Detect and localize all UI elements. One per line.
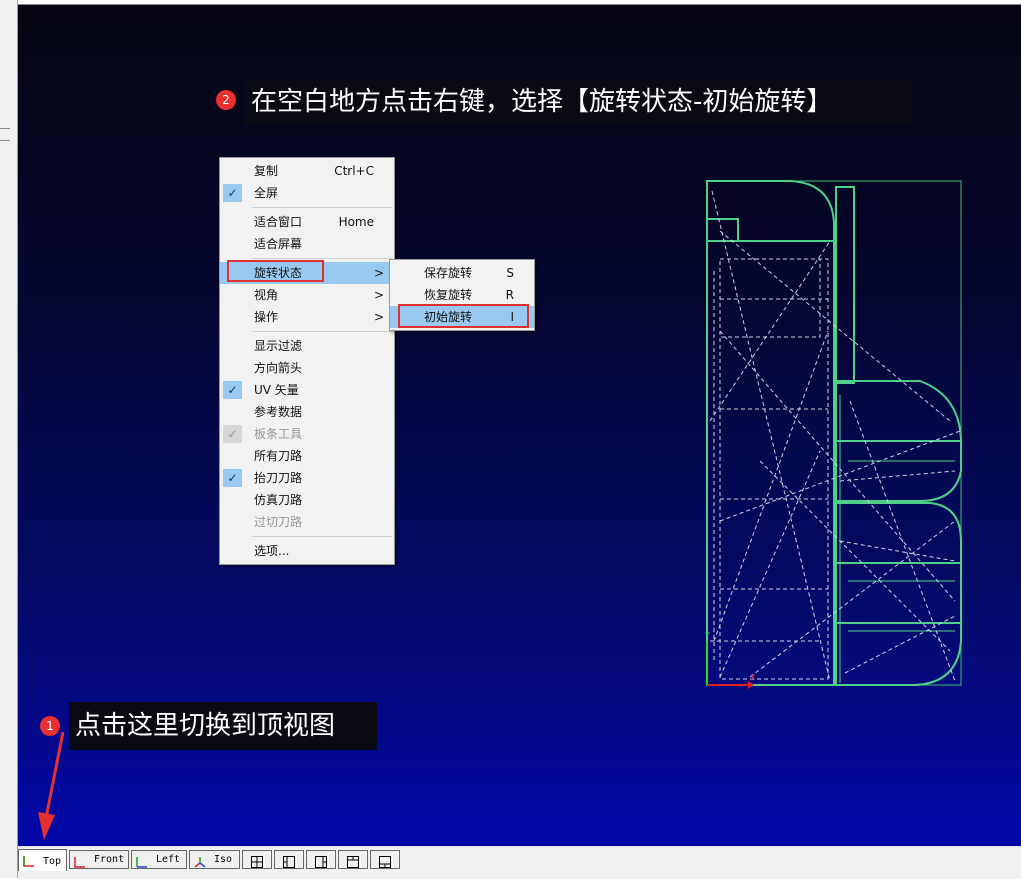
menu-separator [252,207,392,208]
menu-item-all-toolpaths[interactable]: 所有刀路 [220,445,394,467]
submenu-item-save-rotation[interactable]: 保存旋转 S [390,262,534,284]
layout-right-split-icon [315,856,327,868]
view-tab-bar: Top Front Left Iso [18,846,1021,879]
layout-bottom-split-button[interactable] [370,850,400,869]
layout-quad-icon [251,856,263,868]
tab-front[interactable]: Front [69,850,129,869]
tab-left[interactable]: Left [131,850,187,869]
layout-top-split-icon [347,856,359,868]
layout-left-split-button[interactable] [274,850,304,869]
checkmark-icon: ✓ [223,425,242,443]
menu-item-simulation-toolpaths[interactable]: 仿真刀路 [220,489,394,511]
layout-bottom-split-icon [379,856,391,868]
layout-quad-button[interactable] [242,850,272,869]
submenu-arrow-icon: > [373,266,384,280]
context-menu: 复制 Ctrl+C ✓ 全屏 适合窗口 Home 适合屏幕 旋转状态 > 视角 … [219,157,395,565]
checkmark-icon: ✓ [223,469,242,487]
menu-item-display-filter[interactable]: 显示过滤 [220,335,394,357]
highlight-box-initial-rotation [398,304,529,328]
menu-item-options[interactable]: 选项... [220,540,394,562]
tab-top[interactable]: Top [18,849,67,871]
menu-item-strip-tool: ✓ 板条工具 [220,423,394,445]
menu-item-direction-arrow[interactable]: 方向箭头 [220,357,394,379]
menu-item-lift-toolpaths[interactable]: ✓ 抬刀刀路 [220,467,394,489]
highlight-box-rotation-state [227,260,324,282]
tab-iso[interactable]: Iso [189,850,240,869]
checkmark-icon: ✓ [223,381,242,399]
menu-item-fullscreen[interactable]: ✓ 全屏 [220,182,394,204]
menu-item-reference-data[interactable]: 参考数据 [220,401,394,423]
checkmark-icon: ✓ [223,184,242,202]
layout-left-split-icon [283,856,295,868]
top-axis-icon [23,856,34,867]
menu-item-fit-screen[interactable]: 适合屏幕 [220,233,394,255]
menu-item-uv-vector[interactable]: ✓ UV 矢量 [220,379,394,401]
menu-separator [252,258,392,259]
menu-item-operation[interactable]: 操作 > [220,306,394,328]
menu-item-fit-window[interactable]: 适合窗口 Home [220,211,394,233]
submenu-arrow-icon: > [373,288,384,302]
pointer-arrow [38,731,65,840]
submenu-arrow-icon: > [373,310,384,324]
menu-separator [252,536,392,537]
menu-item-copy[interactable]: 复制 Ctrl+C [220,160,394,182]
menu-separator [252,331,392,332]
iso-axis-icon [194,857,206,868]
layout-right-split-button[interactable] [306,850,336,869]
layout-top-split-button[interactable] [338,850,368,869]
menu-item-view-angle[interactable]: 视角 > [220,284,394,306]
menu-item-overcut-toolpaths: 过切刀路 [254,515,303,529]
front-axis-icon [74,857,85,868]
submenu-item-restore-rotation[interactable]: 恢复旋转 R [390,284,534,306]
left-axis-icon [136,857,147,868]
